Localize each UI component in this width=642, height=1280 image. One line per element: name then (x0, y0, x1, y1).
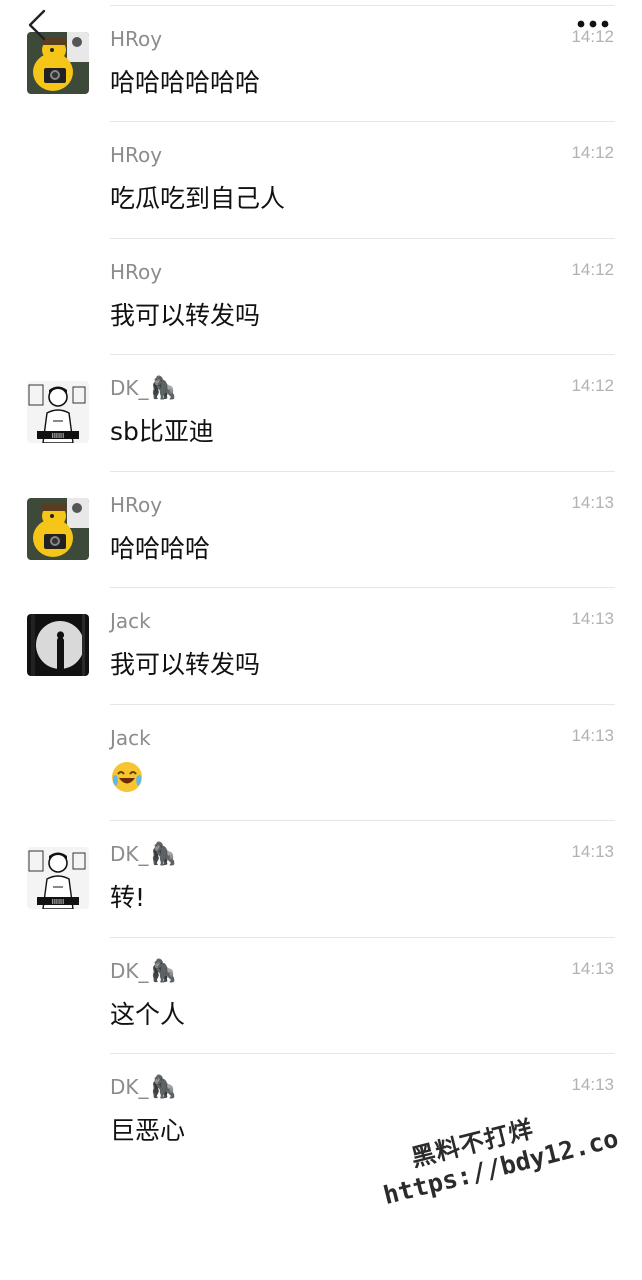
message-text: 吃瓜吃到自己人 (110, 184, 286, 213)
avatar[interactable]: IIIIII (27, 847, 89, 909)
avatar[interactable]: IIIIII (27, 381, 89, 443)
sender-name: Jack (110, 609, 151, 633)
message-text: 我可以转发吗 (110, 300, 261, 330)
message-item[interactable]: HRoy 14:12 吃瓜吃到自己人 (0, 121, 642, 238)
message-item[interactable]: IIIIII DK_🦍 14:13 转! (0, 820, 642, 937)
sender-name: DK_🦍 (110, 376, 177, 401)
gorilla-emoji-icon: 🦍 (149, 1075, 177, 1100)
sender-name: Jack (110, 725, 151, 750)
message-divider (110, 936, 615, 938)
message-divider (110, 237, 615, 239)
message-divider (110, 1053, 615, 1054)
message-text: 哈哈哈哈 (110, 533, 211, 563)
sender-name: DK_🦍 (110, 1075, 177, 1100)
message-item[interactable]: HRoy 14:12 我可以转发吗 (0, 237, 642, 355)
message-time: 14:13 (571, 958, 614, 978)
message-item[interactable]: Jack 14:13 我可以转发吗 (0, 587, 642, 704)
message-text: 巨恶心 (110, 1116, 186, 1145)
sender-name: DK_🦍 (110, 958, 177, 984)
gorilla-emoji-icon: 🦍 (149, 376, 177, 401)
chevron-left-icon (28, 9, 46, 41)
more-button[interactable] (572, 12, 616, 36)
message-time: 14:13 (571, 492, 614, 512)
back-button[interactable] (22, 8, 54, 44)
sender-name: HRoy (110, 259, 163, 284)
message-divider (110, 703, 615, 705)
message-text: 我可以转发吗 (110, 650, 261, 679)
more-dots-icon (577, 20, 609, 28)
message-time: 14:12 (571, 259, 614, 279)
message-time: 14:12 (571, 376, 614, 395)
avatar[interactable] (27, 497, 89, 560)
gorilla-emoji-icon: 🦍 (149, 842, 177, 867)
sender-name: HRoy (110, 143, 163, 167)
avatar[interactable] (27, 614, 89, 676)
message-divider (110, 470, 615, 472)
message-time: 14:13 (571, 725, 614, 745)
message-text: sb比亚迪 (110, 417, 214, 446)
message-time: 14:12 (571, 143, 614, 162)
message-text: 转! (110, 883, 146, 912)
message-text: 这个人 (110, 999, 186, 1029)
message-divider (110, 354, 615, 355)
message-time: 14:13 (571, 842, 614, 861)
message-text: 哈哈哈哈哈哈 (110, 67, 261, 97)
message-item[interactable]: IIIIII DK_🦍 14:12 sb比亚迪 (0, 354, 642, 471)
message-item[interactable]: HRoy 14:13 哈哈哈哈 (0, 470, 642, 588)
gorilla-emoji-icon: 🦍 (149, 958, 177, 984)
message-divider (110, 820, 615, 821)
svg-text:IIIIII: IIIIII (52, 432, 64, 440)
sender-name: DK_🦍 (110, 842, 177, 867)
laughing-crying-emoji-icon (112, 761, 142, 792)
message-divider (110, 121, 615, 122)
message-divider (110, 587, 615, 588)
svg-text:IIIIII: IIIIII (52, 898, 64, 906)
sender-name: HRoy (110, 492, 163, 517)
message-item[interactable]: Jack 14:13 (0, 703, 642, 821)
message-item[interactable]: DK_🦍 14:13 这个人 (0, 936, 642, 1054)
top-bar (0, 0, 642, 60)
message-time: 14:13 (571, 609, 614, 628)
